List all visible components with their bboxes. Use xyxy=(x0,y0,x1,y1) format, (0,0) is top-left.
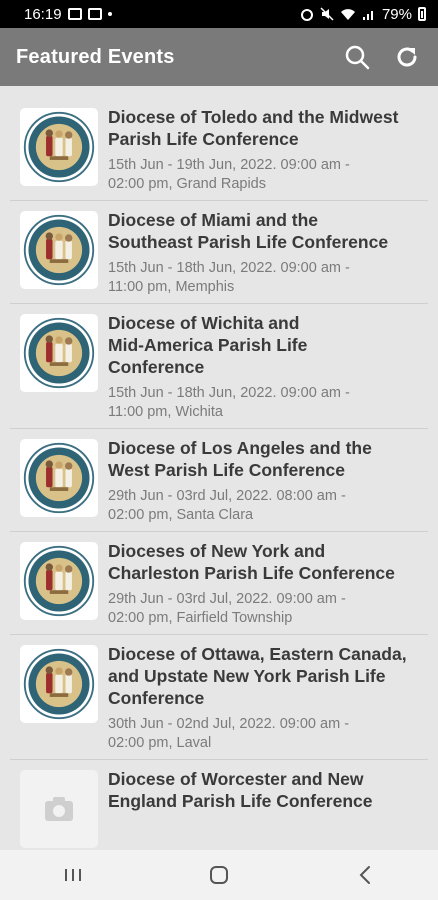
status-bar: 16:19 79% xyxy=(0,0,438,28)
event-details: 30th Jun - 02nd Jul, 2022. 09:00 am - 02… xyxy=(108,716,350,751)
status-left: 16:19 xyxy=(24,6,112,23)
gallery-notification-icon xyxy=(67,8,82,20)
wifi-icon xyxy=(340,9,355,20)
back-icon[interactable] xyxy=(345,855,385,895)
list-item[interactable]: Diocese of Wichita and Mid-America Paris… xyxy=(10,304,428,429)
list-item[interactable]: Diocese of Miami and the Southeast Paris… xyxy=(10,201,428,304)
system-nav-bar xyxy=(0,850,438,900)
status-time: 16:19 xyxy=(24,5,62,23)
event-title: Diocese of Los Angeles and the West Pari… xyxy=(108,438,372,480)
event-title: Diocese of Ottawa, Eastern Canada, and U… xyxy=(108,644,407,708)
page-title: Featured Events xyxy=(16,45,175,68)
event-title: Diocese of Wichita and Mid-America Paris… xyxy=(108,313,308,377)
event-logo xyxy=(20,439,98,517)
event-title: Diocese of Worcester and New England Par… xyxy=(108,769,373,811)
search-icon[interactable] xyxy=(342,42,372,72)
status-right: 79% xyxy=(300,6,426,23)
list-item[interactable]: Diocese of Toledo and the Midwest Parish… xyxy=(10,98,428,201)
event-details: 15th Jun - 18th Jun, 2022. 09:00 am - 11… xyxy=(108,385,350,420)
event-details: 15th Jun - 18th Jun, 2022. 09:00 am - 11… xyxy=(108,260,350,295)
event-logo xyxy=(20,211,98,289)
event-details: 15th Jun - 19th Jun, 2022. 09:00 am - 02… xyxy=(108,157,350,192)
signal-icon xyxy=(362,11,373,20)
list-item[interactable]: Diocese of Worcester and New England Par… xyxy=(10,760,428,850)
list-item[interactable]: Diocese of Los Angeles and the West Pari… xyxy=(10,429,428,532)
list-item[interactable]: Dioceses of New York and Charleston Pari… xyxy=(10,532,428,635)
event-logo xyxy=(20,314,98,392)
event-logo xyxy=(20,108,98,186)
event-title: Dioceses of New York and Charleston Pari… xyxy=(108,541,395,583)
list-item[interactable]: Diocese of Ottawa, Eastern Canada, and U… xyxy=(10,635,428,760)
mute-icon xyxy=(320,7,334,21)
image-placeholder-icon xyxy=(20,770,98,848)
event-title: Diocese of Miami and the Southeast Paris… xyxy=(108,210,389,252)
alarm-icon xyxy=(300,9,313,21)
event-title: Diocese of Toledo and the Midwest Parish… xyxy=(108,107,399,149)
home-icon[interactable] xyxy=(199,855,239,895)
battery-percent: 79% xyxy=(381,5,412,23)
refresh-icon[interactable] xyxy=(392,42,422,72)
events-list[interactable]: Diocese of Toledo and the Midwest Parish… xyxy=(0,86,438,850)
recent-apps-icon[interactable] xyxy=(53,855,93,895)
event-details: 29th Jun - 03rd Jul, 2022. 09:00 am - 02… xyxy=(108,591,346,626)
event-logo xyxy=(20,645,98,723)
image-notification-icon xyxy=(87,8,102,20)
app-bar: Featured Events xyxy=(0,28,438,86)
event-details: 29th Jun - 03rd Jul, 2022. 08:00 am - 02… xyxy=(108,488,346,523)
more-notifications-icon xyxy=(107,12,112,16)
event-logo xyxy=(20,542,98,620)
battery-icon xyxy=(418,7,426,21)
